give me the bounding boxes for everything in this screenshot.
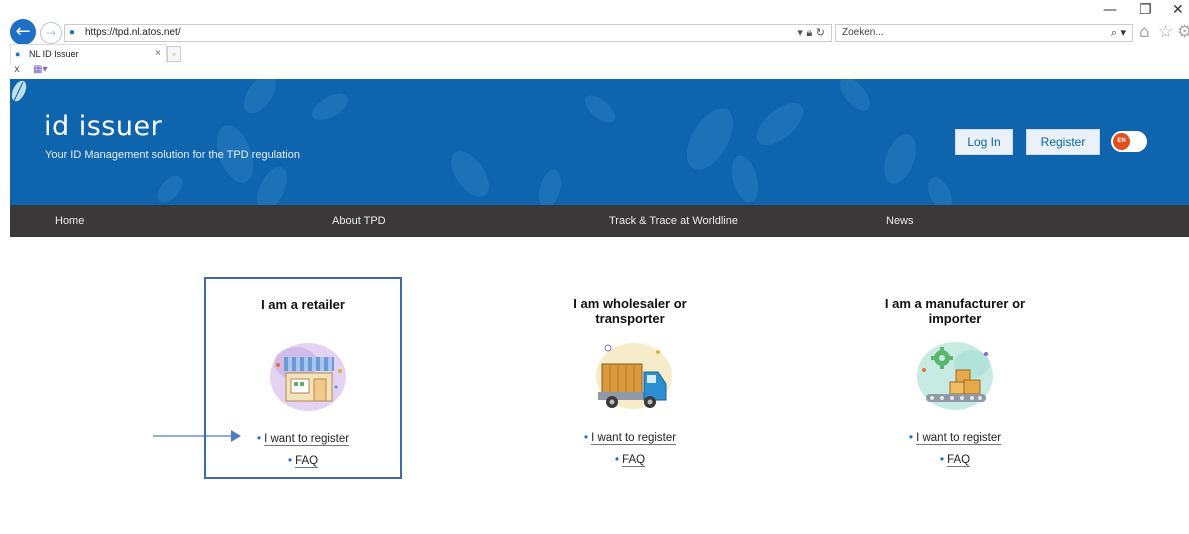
new-tab-button[interactable]: ▫ <box>167 46 181 62</box>
dropdown-icon[interactable]: ▾ <box>797 26 803 39</box>
tab-close-icon[interactable]: × <box>155 45 161 63</box>
home-icon[interactable]: ⌂ <box>1139 22 1150 42</box>
star-icon[interactable]: ☆ <box>1158 22 1173 42</box>
card-wholesaler: I am wholesaler or transporter • I want t… <box>533 278 727 476</box>
address-url: https://tpd.nl.atos.net/ <box>85 27 181 38</box>
forward-arrow-icon[interactable]: → <box>40 22 62 44</box>
faq-link[interactable]: • FAQ <box>533 452 727 467</box>
ie-icon: ● <box>69 27 76 38</box>
search-input[interactable]: Zoeken... ⌕ ▾ <box>835 24 1133 42</box>
browser-chrome: — ❐ ✕ ← → ● https://tpd.nl.atos.net/ ▾ 🔒… <box>0 0 1189 78</box>
refresh-icon[interactable]: ↻ <box>816 26 825 39</box>
browser-tab[interactable]: ● NL ID Issuer × <box>10 44 167 63</box>
close-window-button[interactable]: ✕ <box>1172 2 1184 18</box>
card-title-line-2: importer <box>928 311 982 326</box>
favorites-close-icon[interactable]: x <box>14 64 20 75</box>
minimize-button[interactable]: — <box>1103 2 1117 18</box>
nav-item-news[interactable]: News <box>886 205 914 237</box>
card-title: I am a retailer <box>261 297 345 312</box>
address-bar[interactable]: ● https://tpd.nl.atos.net/ ▾ 🔒︎ ↻ <box>64 24 832 42</box>
site-tagline: Your ID Management solution for the TPD … <box>45 149 300 161</box>
shop-icon <box>270 343 346 411</box>
tab-title: NL ID Issuer <box>29 49 79 59</box>
address-tools: ▾ 🔒︎ ↻ <box>797 25 825 41</box>
register-button[interactable]: Register <box>1026 129 1100 155</box>
ie-icon: ● <box>15 49 21 59</box>
language-toggle[interactable]: EN <box>1111 131 1147 152</box>
search-placeholder: Zoeken... <box>842 27 884 38</box>
card-title-line-1: I am a manufacturer or <box>884 296 1026 311</box>
favorites-bar: x ▦▾ <box>14 64 48 75</box>
card-retailer: I am a retailer • I want to register • FAQ <box>204 277 402 479</box>
site-logo[interactable]: id issuer <box>44 111 162 142</box>
leaf-logo-icon <box>11 80 27 102</box>
language-badge: EN <box>1113 133 1130 150</box>
faq-link[interactable]: • FAQ <box>206 453 400 468</box>
main-nav: Home About TPD Track & Trace at Worldlin… <box>10 205 1189 237</box>
nav-item-home[interactable]: Home <box>55 205 84 237</box>
nav-item-track-trace[interactable]: Track & Trace at Worldline <box>609 205 738 237</box>
back-arrow-icon[interactable]: ← <box>10 19 36 45</box>
card-manufacturer: I am a manufacturer or importer • I want … <box>858 278 1052 476</box>
nav-item-about-tpd[interactable]: About TPD <box>332 205 386 237</box>
favorites-addon-icon[interactable]: ▦▾ <box>33 64 47 75</box>
register-link[interactable]: • I want to register <box>206 431 400 446</box>
login-button[interactable]: Log In <box>955 129 1013 155</box>
card-title-line-1: I am wholesaler or <box>573 296 687 311</box>
gear-icon[interactable]: ⚙ <box>1177 22 1189 42</box>
site-header: id issuer Your ID Management solution fo… <box>10 79 1189 205</box>
padlock-icon[interactable]: 🔒︎ <box>806 26 812 39</box>
restore-button[interactable]: ❐ <box>1139 2 1152 18</box>
faq-link[interactable]: • FAQ <box>858 452 1052 467</box>
register-link[interactable]: • I want to register <box>533 430 727 445</box>
truck-icon <box>596 343 672 409</box>
conveyor-icon <box>917 342 993 410</box>
register-link[interactable]: • I want to register <box>858 430 1052 445</box>
card-title-line-2: transporter <box>595 311 665 326</box>
search-icon[interactable]: ⌕ ▾ <box>1111 25 1126 41</box>
